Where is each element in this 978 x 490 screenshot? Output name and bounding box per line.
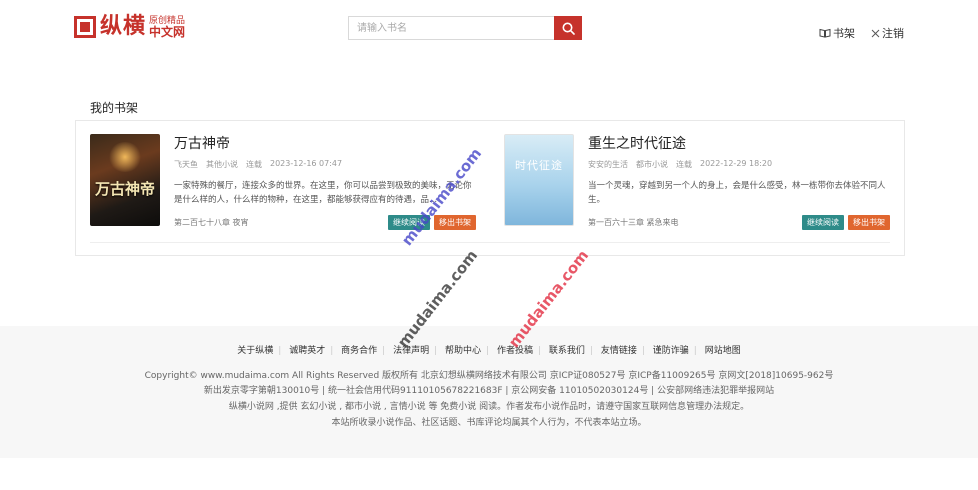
footer-link[interactable]: 网站地图 — [700, 346, 746, 356]
site-description-line: 纵横小说网 ,提供 玄幻小说 , 都市小说 , 言情小说 等 免费小说 阅读。作… — [228, 402, 750, 412]
book-cover[interactable]: 万古神帝 — [90, 134, 160, 226]
book-updated: 2023-12-16 07:47 — [270, 159, 343, 168]
book-icon — [819, 28, 831, 38]
cover-title-art: 万古神帝 — [94, 180, 155, 198]
book-meta: 飞天鱼 其他小说 连载 2023-12-16 07:47 — [174, 159, 476, 170]
footer-link[interactable]: 诚聘英才 — [284, 346, 330, 356]
footer-link[interactable]: 关于纵横 — [232, 346, 278, 356]
latest-chapter[interactable]: 第二百七十八章 夜宵 — [174, 217, 249, 228]
book-card: 万古神帝 万古神帝 飞天鱼 其他小说 连载 2023-12-16 07:47 一… — [90, 134, 476, 230]
logout-link-label: 注销 — [882, 27, 904, 40]
site-footer: 关于纵横 | 诚聘英才 | 商务合作 | 法律声明 | 帮助中心 | 作者投稿 | 联系我们… — [0, 326, 978, 458]
book-meta: 安安的生活 都市小说 连载 2022-12-29 18:20 — [588, 159, 890, 170]
bookshelf-link-label: 书架 — [833, 27, 855, 40]
footer-link[interactable]: 作者投稿 — [492, 346, 538, 356]
close-icon — [871, 29, 880, 37]
license-line: 新出发京零字第朝130010号 | 统一社会信用代码91110105678221… — [203, 386, 775, 396]
book-updated: 2022-12-29 18:20 — [700, 159, 773, 168]
continue-reading-button[interactable]: 继续阅读 — [388, 214, 430, 230]
book-title[interactable]: 万古神帝 — [174, 134, 476, 154]
logo-sub-text-2: 中文网 — [149, 25, 186, 39]
continue-reading-button[interactable]: 继续阅读 — [802, 214, 844, 230]
book-description: 当一个灵魂，穿越到另一个人的身上，会是什么感受，林一栋带你去体验不同人生。 — [588, 181, 886, 205]
disclaimer-line: 本站所收录小说作品、社区话题、书库评论均属其个人行为，不代表本站立场。 — [331, 418, 647, 428]
logo-main-text: 纵横 — [100, 14, 147, 39]
site-header: 纵横 原创精品 中文网 书架 注销 — [0, 0, 978, 60]
footer-link[interactable]: 友情链接 — [596, 346, 642, 356]
logo-mark-icon — [74, 16, 96, 38]
book-category[interactable]: 其他小说 — [206, 159, 238, 170]
footer-link[interactable]: 联系我们 — [544, 346, 590, 356]
cover-title-art: 时代征途 — [515, 159, 563, 172]
search-icon — [562, 22, 575, 35]
book-status: 连载 — [676, 160, 692, 169]
copyright-line: Copyright© www.mudaima.com All Rights Re… — [144, 371, 834, 381]
book-title[interactable]: 重生之时代征途 — [588, 134, 890, 154]
remove-from-shelf-button[interactable]: 移出书架 — [848, 214, 890, 230]
search-button[interactable] — [554, 16, 582, 40]
logout-link[interactable]: 注销 — [871, 25, 904, 41]
book-author[interactable]: 飞天鱼 — [174, 159, 198, 170]
footer-links: 关于纵横 | 诚聘英才 | 商务合作 | 法律声明 | 帮助中心 | 作者投稿 | 联系我们… — [0, 343, 978, 356]
book-cover[interactable]: 时代征途 — [504, 134, 574, 226]
search-input[interactable] — [348, 16, 554, 40]
footer-link[interactable]: 商务合作 — [336, 346, 382, 356]
book-card: 时代征途 重生之时代征途 安安的生活 都市小说 连载 2022-12-29 18… — [504, 134, 890, 230]
book-author[interactable]: 安安的生活 — [588, 159, 628, 170]
footer-link[interactable]: 帮助中心 — [440, 346, 486, 356]
book-category[interactable]: 都市小说 — [636, 159, 668, 170]
footer-link[interactable]: 法律声明 — [388, 346, 434, 356]
site-logo[interactable]: 纵横 原创精品 中文网 — [74, 14, 194, 40]
book-description: 一家特殊的餐厅，连接众多的世界。在这里，你可以品尝到极致的美味，无论你是什么样的… — [174, 181, 472, 205]
book-status: 连载 — [246, 160, 262, 169]
latest-chapter[interactable]: 第一百六十三章 紧急来电 — [588, 217, 679, 228]
remove-from-shelf-button[interactable]: 移出书架 — [434, 214, 476, 230]
user-links: 书架 注销 — [819, 25, 904, 41]
footer-link[interactable]: 谨防诈骗 — [648, 346, 694, 356]
divider — [90, 242, 890, 243]
shelf-title: 我的书架 — [90, 101, 139, 115]
search-bar — [348, 16, 582, 40]
bookshelf-panel: 万古神帝 万古神帝 飞天鱼 其他小说 连载 2023-12-16 07:47 一… — [75, 120, 905, 256]
bookshelf-link[interactable]: 书架 — [819, 25, 855, 41]
